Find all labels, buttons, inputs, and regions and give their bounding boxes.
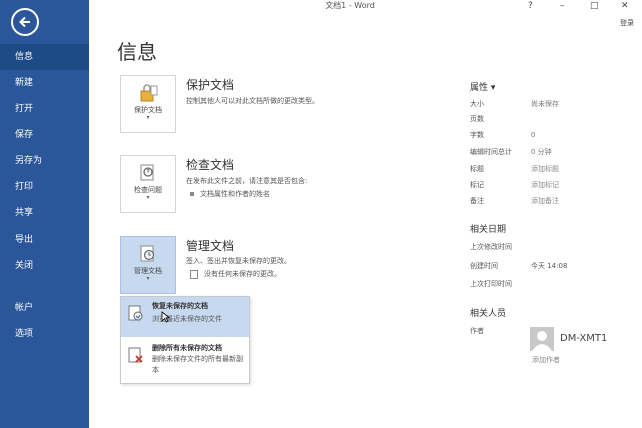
prop-size: 大小 尚未保存 bbox=[470, 100, 559, 108]
sign-in-link[interactable]: 登录 bbox=[620, 18, 634, 28]
recover-unsaved-documents-item[interactable]: 恢复未保存的文档 浏览最近未保存的文件 bbox=[121, 297, 249, 337]
prop-tags[interactable]: 标记 添加标记 bbox=[470, 179, 640, 191]
nav-save[interactable]: 保存 bbox=[0, 122, 89, 148]
date-last-modified: 上次修改时间 bbox=[470, 243, 512, 251]
user-silhouette-icon bbox=[532, 331, 552, 351]
close-icon[interactable]: ✕ bbox=[621, 0, 629, 12]
related-dates-heading: 相关日期 bbox=[470, 225, 507, 235]
manage-bullet-text: 没有任何未保存的更改。 bbox=[204, 270, 281, 278]
delete-description: 删除未保存文件的所有最新副本 bbox=[152, 355, 243, 374]
nav-info[interactable]: 信息 bbox=[0, 44, 89, 70]
window-title: 文档1 - Word bbox=[325, 1, 375, 10]
avatar[interactable] bbox=[530, 327, 554, 351]
protect-title: 保护文档 bbox=[186, 78, 235, 92]
properties-dropdown[interactable]: 属性 ▾ bbox=[470, 80, 495, 93]
prop-pages: 页数 bbox=[470, 115, 484, 123]
inspect-bullet: 文档属性和作者的姓名 bbox=[190, 189, 270, 199]
prop-edit-time: 编辑时间总计 0 分钟 bbox=[470, 148, 552, 156]
maximize-icon[interactable]: □ bbox=[590, 0, 599, 12]
inspect-description: 在发布此文件之前，请注意其是否包含: bbox=[186, 177, 308, 185]
related-people-heading: 相关人员 bbox=[470, 309, 507, 319]
document-icon bbox=[190, 269, 198, 279]
date-last-printed: 上次打印时间 bbox=[470, 280, 512, 288]
backstage-sidebar: 信息 新建 打开 保存 另存为 打印 共享 导出 关闭 帐户 选项 bbox=[0, 0, 89, 428]
inspect-title: 检查文档 bbox=[186, 158, 235, 172]
back-button[interactable] bbox=[11, 8, 39, 36]
recover-document-icon bbox=[128, 305, 143, 321]
check-issues-button[interactable]: 检查问题 ▾ bbox=[120, 155, 176, 213]
nav-options[interactable]: 选项 bbox=[0, 321, 89, 347]
nav-save-as[interactable]: 另存为 bbox=[0, 148, 89, 174]
lock-key-icon bbox=[140, 84, 158, 102]
prop-comments[interactable]: 备注 添加备注 bbox=[470, 195, 640, 207]
recover-title: 恢复未保存的文档 bbox=[152, 302, 208, 310]
protect-description: 控制其他人可以对此文档所做的更改类型。 bbox=[186, 97, 319, 105]
back-arrow-icon bbox=[19, 16, 30, 28]
manage-document-icon bbox=[140, 245, 155, 262]
manage-title: 管理文档 bbox=[186, 239, 235, 253]
prop-words: 字数 0 bbox=[470, 131, 536, 139]
nav-open[interactable]: 打开 bbox=[0, 96, 89, 122]
inspect-document-icon bbox=[140, 164, 154, 181]
manage-bullet: 没有任何未保存的更改。 bbox=[190, 269, 281, 279]
protect-document-button[interactable]: 保护文档 ▾ bbox=[120, 75, 176, 133]
nav-close[interactable]: 关闭 bbox=[0, 253, 89, 279]
nav-account[interactable]: 帐户 bbox=[0, 295, 89, 321]
prop-title[interactable]: 标题 添加标题 bbox=[470, 163, 640, 175]
nav-print[interactable]: 打印 bbox=[0, 174, 89, 200]
manage-document-menu: 恢复未保存的文档 浏览最近未保存的文件 删除所有未保存的文档 删除未保存文件的所… bbox=[120, 296, 250, 384]
manage-description: 签入、签出并恢复未保存的更改。 bbox=[186, 257, 291, 265]
manage-document-button[interactable]: 管理文档 ▾ bbox=[120, 236, 176, 294]
chevron-down-icon: ▾ bbox=[146, 194, 150, 201]
date-created: 创建时间 今天 14:08 bbox=[470, 262, 568, 270]
author-row: 作者 bbox=[470, 327, 484, 335]
bullet-icon bbox=[190, 192, 194, 196]
inspect-bullet-text: 文档属性和作者的姓名 bbox=[200, 190, 270, 198]
page-title: 信息 bbox=[117, 40, 157, 64]
author-name: DM-XMT1 bbox=[560, 333, 608, 344]
delete-unsaved-documents-item[interactable]: 删除所有未保存的文档 删除未保存文件的所有最新副本 bbox=[121, 339, 249, 379]
delete-document-icon bbox=[128, 347, 143, 363]
help-icon[interactable]: ? bbox=[528, 0, 533, 12]
nav-share[interactable]: 共享 bbox=[0, 200, 89, 226]
nav-new[interactable]: 新建 bbox=[0, 70, 89, 96]
nav-export[interactable]: 导出 bbox=[0, 227, 89, 253]
mouse-cursor-icon bbox=[161, 311, 170, 323]
minimize-icon[interactable]: – bbox=[560, 0, 565, 12]
add-author-link[interactable]: 添加作者 bbox=[532, 355, 560, 365]
chevron-down-icon: ▾ bbox=[146, 275, 150, 282]
chevron-down-icon: ▾ bbox=[146, 114, 150, 121]
delete-title: 删除所有未保存的文档 bbox=[152, 344, 222, 352]
